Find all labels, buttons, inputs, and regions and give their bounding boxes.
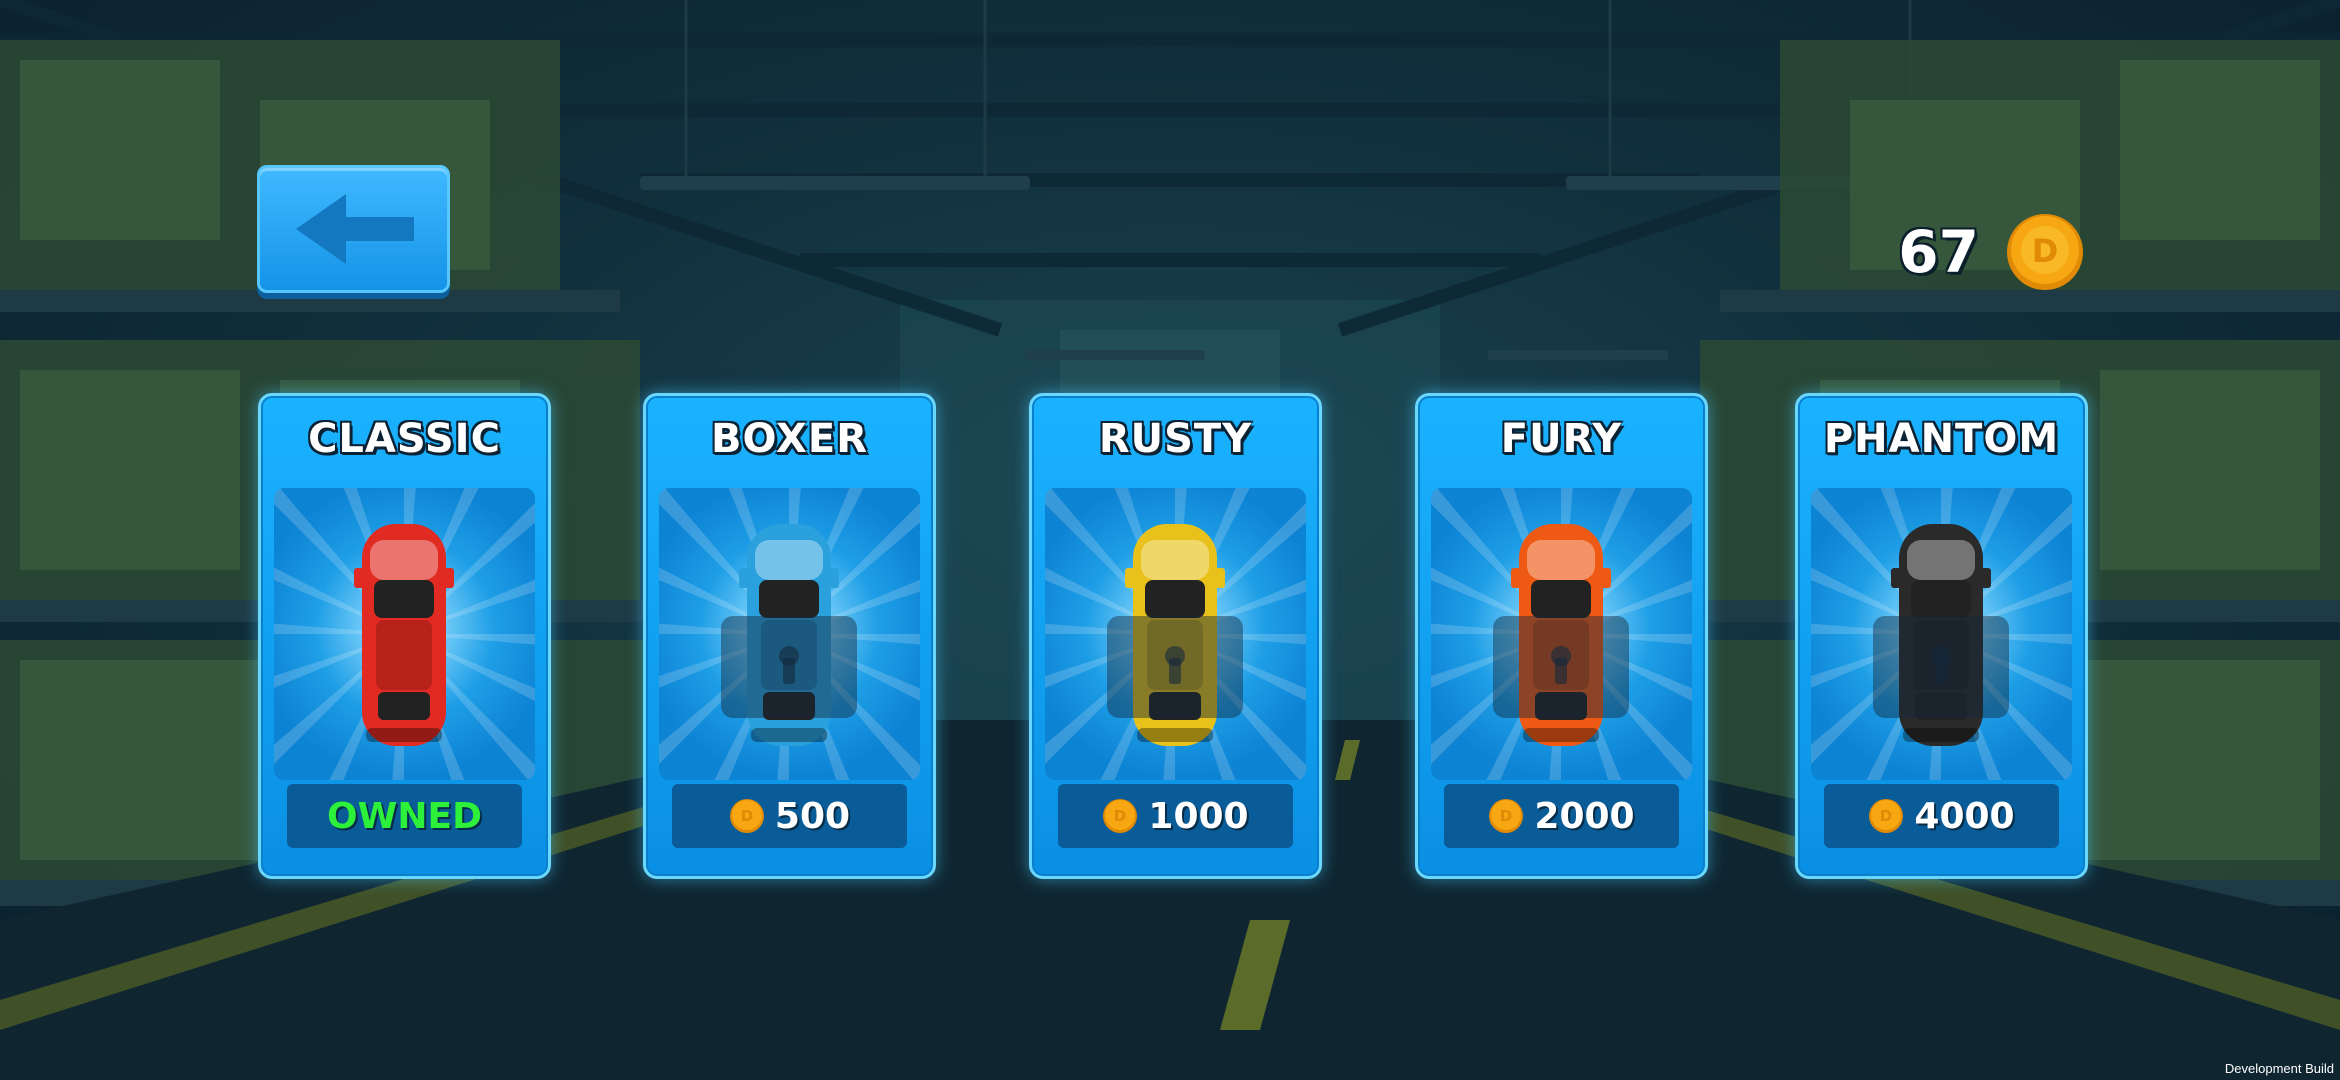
owned-badge: OWNED bbox=[287, 784, 522, 848]
price-label: 2000 bbox=[1534, 795, 1635, 837]
car-name: FURY bbox=[1500, 416, 1623, 462]
arrow-left-icon bbox=[295, 194, 414, 264]
coin-count: 67 bbox=[1898, 218, 1979, 286]
price-label: 1000 bbox=[1148, 795, 1249, 837]
coin-icon: D bbox=[1103, 799, 1138, 833]
price-label: 500 bbox=[774, 795, 851, 837]
car-name: PHANTOM bbox=[1823, 416, 2060, 462]
coin-icon: D bbox=[1869, 799, 1904, 833]
svg-text:D: D bbox=[1500, 807, 1512, 825]
car-preview bbox=[659, 488, 920, 780]
back-button[interactable] bbox=[257, 165, 450, 293]
lock-icon bbox=[1107, 616, 1243, 718]
coin-icon: D bbox=[1489, 799, 1524, 833]
svg-text:D: D bbox=[1114, 807, 1126, 825]
lock-icon bbox=[721, 616, 857, 718]
car-name: RUSTY bbox=[1098, 416, 1253, 462]
car-name: CLASSIC bbox=[308, 416, 501, 462]
coin-balance: 67 D bbox=[1898, 212, 2085, 292]
buy-price-button[interactable]: D 4000 bbox=[1824, 784, 2059, 848]
car-preview bbox=[1811, 488, 2072, 780]
svg-text:D: D bbox=[2032, 232, 2059, 270]
svg-text:D: D bbox=[741, 807, 753, 825]
car-preview bbox=[1045, 488, 1306, 780]
car-card-fury[interactable]: FURY D 2000 bbox=[1415, 393, 1708, 879]
car-preview bbox=[1431, 488, 1692, 780]
svg-text:D: D bbox=[1880, 807, 1892, 825]
buy-price-button[interactable]: D 500 bbox=[672, 784, 907, 848]
car-card-boxer[interactable]: BOXER D 500 bbox=[643, 393, 936, 879]
development-build-label: Development Build bbox=[2224, 1061, 2334, 1076]
buy-price-button[interactable]: D 1000 bbox=[1058, 784, 1293, 848]
owned-label: OWNED bbox=[327, 795, 482, 837]
car-card-rusty[interactable]: RUSTY D 1000 bbox=[1029, 393, 1322, 879]
lock-icon bbox=[1493, 616, 1629, 718]
price-label: 4000 bbox=[1914, 795, 2015, 837]
coin-icon: D bbox=[2007, 214, 2083, 290]
car-name: BOXER bbox=[710, 416, 869, 462]
car-preview bbox=[274, 488, 535, 780]
car-card-phantom[interactable]: PHANTOM D 4000 bbox=[1795, 393, 2088, 879]
car-card-classic[interactable]: CLASSIC OWNED bbox=[258, 393, 551, 879]
lock-icon bbox=[1873, 616, 2009, 718]
car-sprite bbox=[354, 524, 454, 746]
coin-icon: D bbox=[729, 799, 764, 833]
buy-price-button[interactable]: D 2000 bbox=[1444, 784, 1679, 848]
